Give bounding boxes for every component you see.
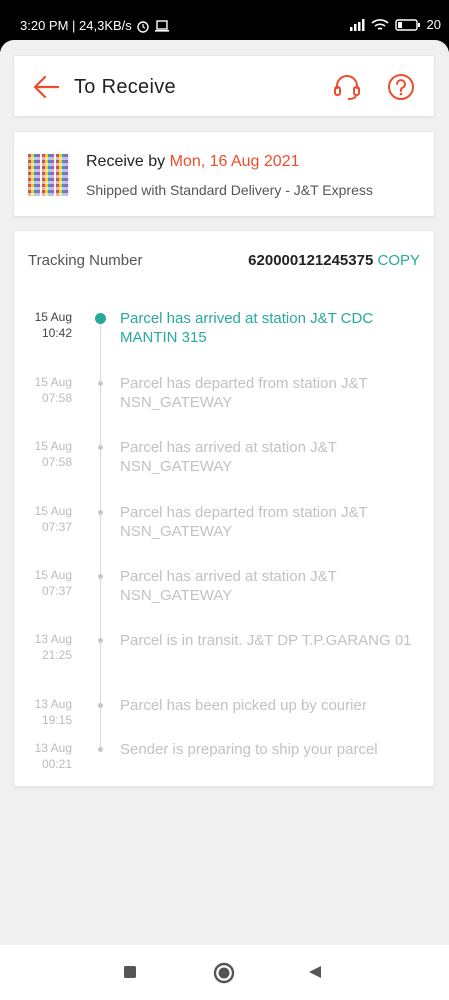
question-circle-icon[interactable] [386,72,416,102]
tracking-number: 620000121245375 [248,252,374,269]
tracking-number-label: Tracking Number [28,252,143,269]
event-date: 15 Aug 07:58 [34,439,72,469]
event-date: 15 Aug 07:37 [34,504,72,534]
event-description: Parcel has arrived at station J&T NSN_GA… [120,439,337,475]
tracking-number-row: 620000121245375 COPY [248,252,420,269]
delivery-card[interactable]: Receive by Mon, 16 Aug 2021 Shipped with… [13,131,435,217]
event-description: Parcel has departed from station J&T NSN… [120,375,368,411]
system-nav-bar [0,945,449,1000]
recent-apps-icon[interactable] [123,965,137,979]
event-description: Sender is preparing to ship your parcel [120,741,378,758]
event-date: 13 Aug 00:21 [34,741,72,771]
back-nav-icon[interactable] [308,965,322,979]
event-description: Parcel has arrived at station J&T CDC MA… [120,310,374,346]
timeline-dot [98,445,103,450]
shipping-method: Shipped with Standard Delivery - J&T Exp… [86,182,373,198]
event-date: 15 Aug 10:42 [34,310,72,340]
tracking-card: Tracking Number 620000121245375 COPY 15 … [13,230,435,787]
page-title: To Receive [74,76,176,98]
home-icon[interactable] [213,962,235,984]
headset-icon[interactable] [332,73,362,103]
event-description: Parcel is in transit. J&T DP T.P.GARANG … [120,632,412,649]
receive-by-line: Receive by Mon, 16 Aug 2021 [86,153,300,171]
header-bar: To Receive [13,55,435,117]
wifi-icon [370,18,389,30]
timeline-dot [98,747,103,752]
laptop-icon [154,19,169,32]
event-date: 15 Aug 07:58 [34,375,72,405]
event-description: Parcel has been picked up by courier [120,697,367,714]
timeline-dot [98,574,103,579]
product-thumbnail [28,154,70,196]
status-time: 3:20 PM | 24,3KB/s [20,18,132,33]
alarm-icon [137,20,149,33]
timeline-dot [98,638,103,643]
event-description: Parcel has arrived at station J&T NSN_GA… [120,568,337,604]
receive-by-label: Receive by [86,153,166,170]
battery-icon [394,18,420,31]
timeline-dot [98,703,103,708]
battery-percent: 20 [426,17,441,32]
timeline-dot [98,510,103,515]
status-right: 20 [349,17,441,32]
event-date: 13 Aug 19:15 [34,697,72,727]
event-description: Parcel has departed from station J&T NSN… [120,504,368,540]
receive-date: Mon, 16 Aug 2021 [169,153,300,170]
timeline-dot [98,381,103,386]
arrow-left-icon[interactable] [32,74,60,100]
status-left: 3:20 PM | 24,3KB/s [20,18,170,33]
event-date: 15 Aug 07:37 [34,568,72,598]
event-date: 13 Aug 21:25 [34,632,72,662]
signal-icon [349,18,365,31]
copy-button[interactable]: COPY [377,252,420,269]
timeline-dot [95,313,106,324]
